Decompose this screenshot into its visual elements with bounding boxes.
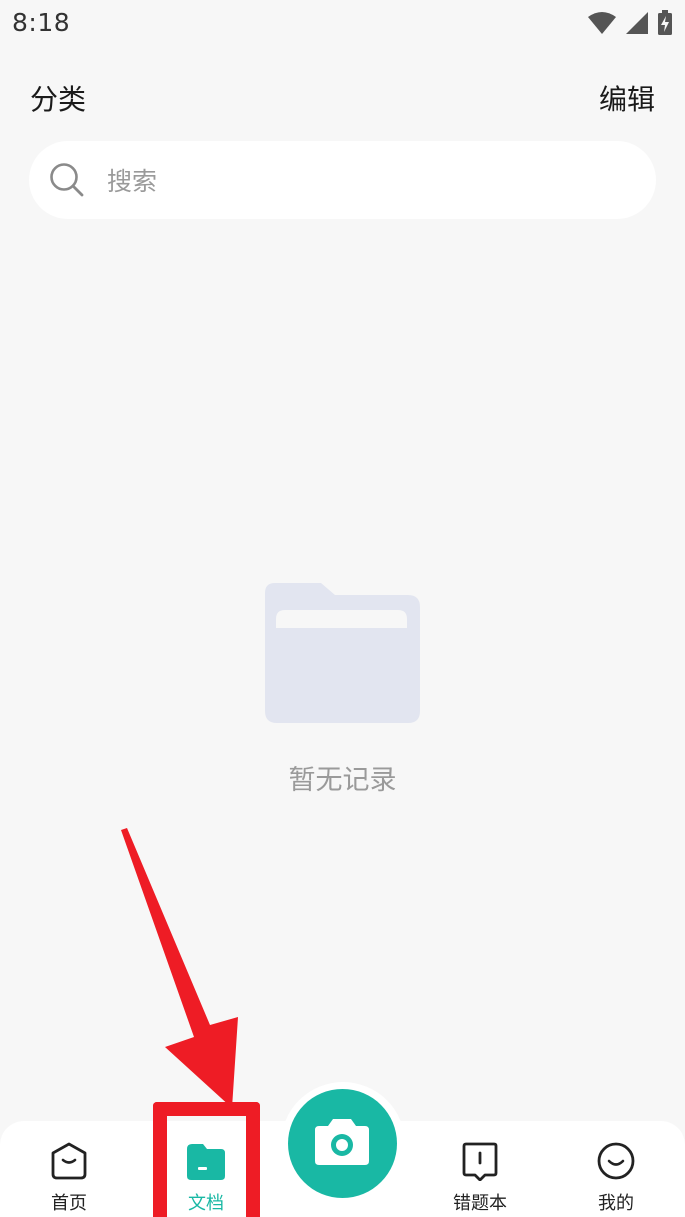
battery-charging-icon — [658, 10, 672, 35]
search-bar[interactable] — [29, 141, 656, 219]
document-folder-icon — [187, 1144, 225, 1180]
camera-button[interactable] — [288, 1089, 397, 1198]
nav-item-profile[interactable]: 我的 — [561, 1121, 671, 1217]
nav-item-documents[interactable]: 文档 — [151, 1121, 261, 1217]
edit-button[interactable]: 编辑 — [599, 78, 655, 118]
status-icons — [587, 10, 673, 36]
nav-label-documents: 文档 — [188, 1193, 224, 1214]
mistake-book-icon — [462, 1142, 498, 1181]
empty-state-text: 暂无记录 — [288, 765, 397, 796]
nav-label-home: 首页 — [51, 1193, 87, 1214]
nav-item-mistake-book[interactable]: 错题本 — [425, 1121, 535, 1217]
wifi-icon — [588, 12, 616, 34]
folder-icon — [265, 583, 420, 723]
status-bar: 8:18 — [0, 0, 685, 48]
search-icon — [50, 163, 84, 197]
nav-item-home[interactable]: 首页 — [14, 1121, 124, 1217]
status-time: 8:18 — [12, 8, 71, 37]
search-input[interactable] — [105, 159, 629, 203]
nav-label-profile: 我的 — [598, 1193, 634, 1214]
home-icon — [51, 1142, 87, 1180]
page-title: 分类 — [30, 83, 87, 116]
signal-icon — [626, 12, 648, 34]
camera-icon — [315, 1119, 369, 1165]
nav-label-mistake-book: 错题本 — [453, 1193, 507, 1214]
annotation-arrow — [121, 828, 238, 1108]
profile-smile-icon — [597, 1142, 635, 1180]
